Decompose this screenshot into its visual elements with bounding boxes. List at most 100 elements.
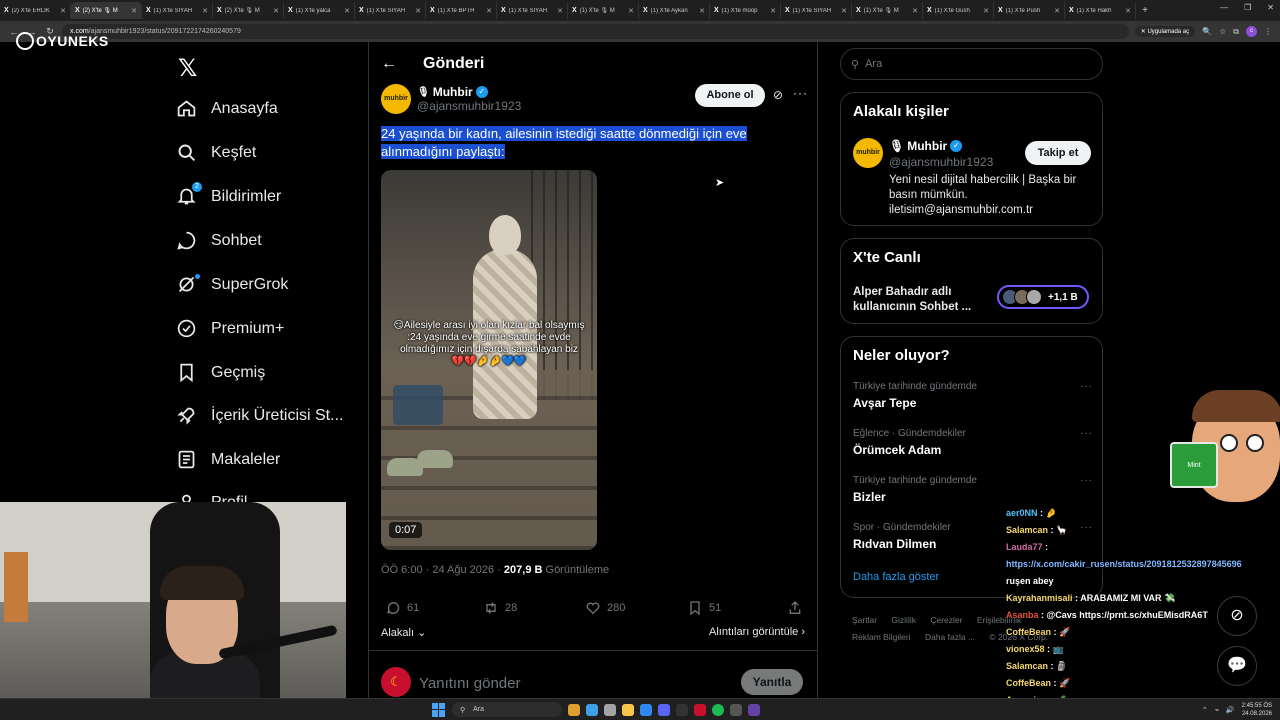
tweet-video[interactable]: 😏Ailesiyle arası iyi olan kızlar bal ols… — [381, 170, 597, 550]
close-tab-icon[interactable]: ✕ — [344, 7, 350, 15]
close-tab-icon[interactable]: ✕ — [60, 7, 66, 15]
browser-tab[interactable]: X (1) X'te Aykan ✕ — [639, 2, 710, 19]
nav-item-supergrok[interactable]: SuperGrok — [176, 274, 288, 295]
browser-tab[interactable]: X (1) X'te 🎙 M ✕ — [568, 2, 639, 19]
browser-tab[interactable]: X (1) X'te SİYAH ✕ — [355, 2, 426, 19]
nav-item-articles[interactable]: Makaleler — [176, 449, 280, 470]
trend-item[interactable]: Eğlence · Gündemdekiler Örümcek Adam ··· — [853, 428, 1093, 457]
url-field[interactable]: x.com/ajansmuhbir1923/status/20917221742… — [62, 24, 1129, 39]
author-avatar[interactable]: muhbir — [381, 84, 411, 114]
restore-icon[interactable]: ❐ — [1244, 3, 1251, 12]
network-icon[interactable]: ⌁ — [1215, 706, 1219, 714]
view-quotes-link[interactable]: Alıntıları görüntüle › — [709, 626, 805, 638]
close-tab-icon[interactable]: ✕ — [486, 7, 492, 15]
browser-tab[interactable]: X (1) X'te yalca ✕ — [284, 2, 355, 19]
reply-input[interactable]: Yanıtını gönder — [419, 675, 520, 692]
nav-item-chat[interactable]: Sohbet — [176, 230, 262, 251]
bookmark-button[interactable]: 51 — [687, 600, 721, 616]
nav-item-profile[interactable]: Profil — [176, 492, 247, 502]
close-tab-icon[interactable]: ✕ — [699, 7, 705, 15]
volume-icon[interactable]: 🔊 — [1226, 706, 1235, 714]
footer-link-cookies[interactable]: Çerezler — [930, 615, 962, 625]
trend-more-icon[interactable]: ··· — [1080, 428, 1093, 439]
close-tab-icon[interactable]: ✕ — [983, 7, 989, 15]
taskbar-app-icon[interactable] — [640, 703, 652, 716]
live-listeners-pill[interactable]: +1,1 B — [997, 285, 1089, 309]
tweet-timestamp[interactable]: ÖÖ 6:00 · 24 Ağu 2026 · — [381, 564, 504, 576]
taskbar-app-icon[interactable] — [622, 703, 634, 716]
browser-tab[interactable]: X (2) X'te ERLIK ✕ — [0, 2, 71, 19]
footer-link-ads-info[interactable]: Reklam Bilgileri — [852, 632, 911, 642]
nav-item-notifications[interactable]: 2 Bildirimler — [176, 182, 281, 207]
minimize-icon[interactable]: — — [1220, 3, 1228, 12]
close-tab-icon[interactable]: ✕ — [770, 7, 776, 15]
close-tab-icon[interactable]: ✕ — [841, 7, 847, 15]
browser-tab[interactable]: X (1) X'te 🎙 M ✕ — [852, 2, 923, 19]
taskbar-app-icon[interactable] — [676, 703, 688, 716]
x-logo-icon[interactable]: 𝕏 — [178, 54, 197, 82]
footer-link-privacy[interactable]: Gizlilik — [891, 615, 916, 625]
taskbar-app-icon[interactable] — [568, 703, 580, 716]
windows-start-icon[interactable] — [432, 702, 446, 717]
nav-item-history[interactable]: Geçmiş — [176, 362, 265, 383]
person-name-row[interactable]: 🎙 Muhbir ✓ — [889, 139, 963, 153]
browser-tab[interactable]: X (2) X'te 🎙 M ✕ — [71, 2, 142, 19]
trend-more-icon[interactable]: ··· — [1080, 475, 1093, 486]
reply-button[interactable]: 61 — [385, 600, 419, 616]
browser-tab[interactable]: X (1) X'te BPTH ✕ — [426, 2, 497, 19]
close-tab-icon[interactable]: ✕ — [202, 7, 208, 15]
reply-submit-button[interactable]: Yanıtla — [741, 669, 803, 695]
browser-tab[interactable]: X (1) X'te Push ✕ — [994, 2, 1065, 19]
nav-item-home[interactable]: Anasayfa — [176, 98, 278, 119]
grok-icon[interactable]: ⊘ — [773, 88, 783, 102]
trend-more-icon[interactable]: ··· — [1080, 381, 1093, 392]
spotify-icon[interactable] — [712, 703, 724, 716]
taskbar-app-icon[interactable] — [730, 703, 742, 716]
taskbar-clock[interactable]: 2:45:55 ÖS 24.08.2026 — [1242, 702, 1272, 718]
trend-item[interactable]: Türkiye tarihinde gündemde Avşar Tepe ··… — [853, 381, 1093, 410]
person-avatar[interactable]: muhbir — [853, 138, 883, 168]
share-button[interactable] — [787, 600, 803, 616]
close-tab-icon[interactable]: ✕ — [912, 7, 918, 15]
close-tab-icon[interactable]: ✕ — [557, 7, 563, 15]
taskbar-app-icon[interactable] — [694, 703, 706, 716]
close-tab-icon[interactable]: ✕ — [415, 7, 421, 15]
star-icon[interactable]: ☆ — [1219, 27, 1226, 36]
nav-item-explore[interactable]: Keşfet — [176, 142, 256, 163]
menu-icon[interactable]: ⋮ — [1264, 27, 1272, 36]
author-block[interactable]: 🎙 Muhbir ✓ @ajansmuhbir1923 — [417, 85, 521, 113]
repost-button[interactable]: 28 — [483, 600, 517, 616]
close-tab-icon[interactable]: ✕ — [273, 7, 279, 15]
taskbar-app-icon[interactable] — [586, 703, 598, 716]
browser-tab[interactable]: X (1) X'te SİYAH ✕ — [142, 2, 213, 19]
profile-avatar[interactable]: c — [1246, 26, 1257, 37]
messages-floating-button[interactable]: 💬 — [1217, 646, 1257, 686]
taskbar-app-icon[interactable] — [748, 703, 760, 716]
reply-sort-dropdown[interactable]: Alakalı ⌄ — [381, 626, 426, 639]
browser-tab[interactable]: X (1) X'te SİYAH ✕ — [781, 2, 852, 19]
show-more-link[interactable]: Daha fazla göster — [853, 571, 939, 583]
new-tab-button[interactable]: + — [1136, 5, 1154, 16]
subscribe-button[interactable]: Abone ol — [695, 84, 765, 107]
tray-chevron-icon[interactable]: ⌃ — [1202, 706, 1208, 714]
taskbar-app-icon[interactable] — [604, 703, 616, 716]
follow-button[interactable]: Takip et — [1025, 141, 1091, 165]
back-arrow-icon[interactable]: ← — [381, 55, 397, 73]
taskbar-app-icon[interactable] — [658, 703, 670, 716]
zoom-icon[interactable]: 🔍 — [1202, 27, 1212, 36]
browser-tab[interactable]: X (1) X'te Gush ✕ — [923, 2, 994, 19]
browser-tab[interactable]: X (1) X'te moop ✕ — [710, 2, 781, 19]
open-in-app-button[interactable]: ✕ Uygulamada aç — [1134, 26, 1196, 37]
browser-tab[interactable]: X (2) X'te 🎙 M ✕ — [213, 2, 284, 19]
live-space-text[interactable]: Alper Bahadır adlı kullanıcının Sohbet .… — [853, 285, 993, 315]
like-button[interactable]: 280 — [585, 600, 625, 616]
close-tab-icon[interactable]: ✕ — [131, 7, 137, 15]
trend-item[interactable]: Türkiye tarihinde gündemde Bizler ··· — [853, 475, 1093, 504]
search-input[interactable]: ⚲ Ara — [840, 48, 1103, 80]
grok-floating-button[interactable]: ⊘ — [1217, 596, 1257, 636]
nav-item-premium[interactable]: Premium+ — [176, 318, 284, 339]
browser-tab[interactable]: X (1) X'te Hakh ✕ — [1065, 2, 1136, 19]
close-tab-icon[interactable]: ✕ — [628, 7, 634, 15]
nav-item-creator-studio[interactable]: İçerik Üreticisi St... — [176, 405, 343, 426]
taskbar-search[interactable]: ⚲ Ara — [452, 702, 562, 717]
